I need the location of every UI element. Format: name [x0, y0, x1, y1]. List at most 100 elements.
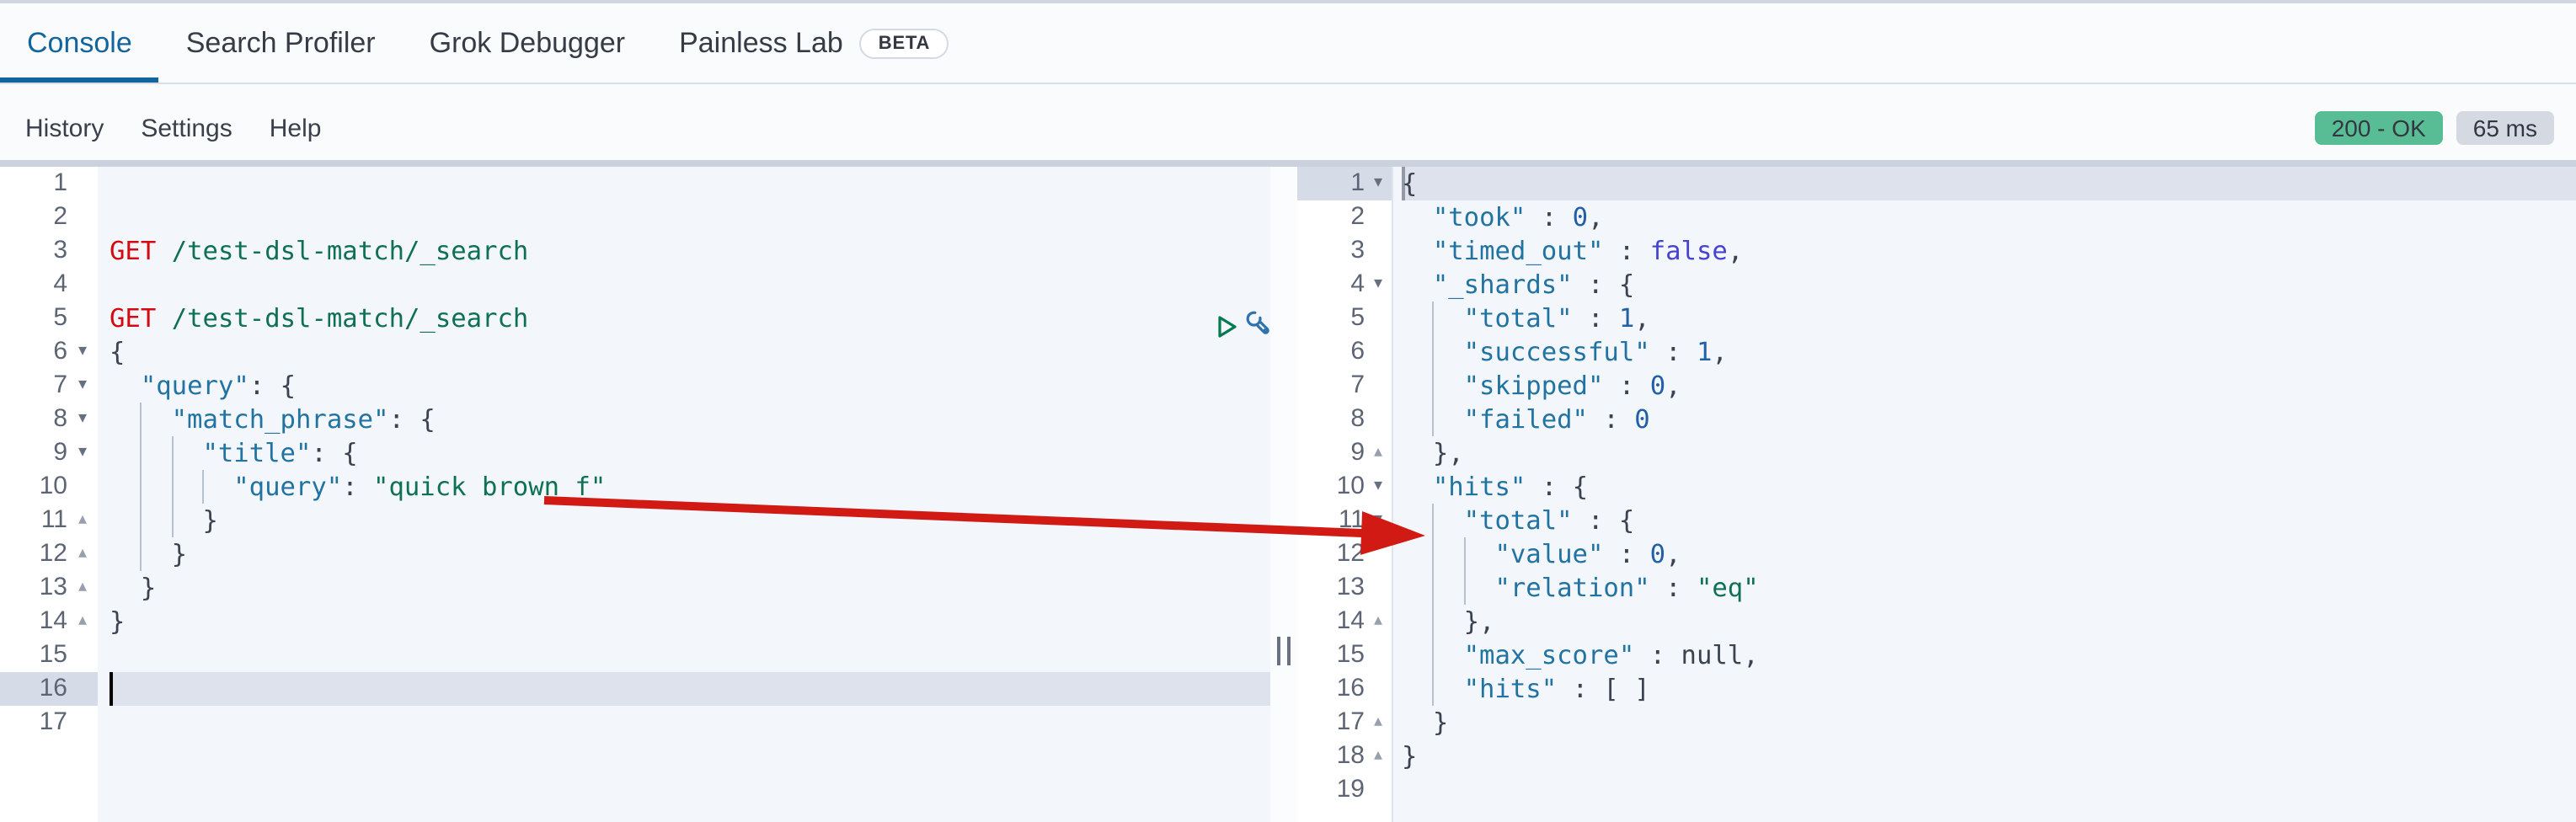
- response-time-badge: 65 ms: [2456, 111, 2554, 145]
- request-code[interactable]: GET /test-dsl-match/_search GET /test-dsl…: [98, 167, 1270, 822]
- line-number: 6: [1297, 335, 1365, 369]
- code-line[interactable]: }: [110, 571, 1270, 605]
- send-request-button[interactable]: [1210, 310, 1243, 344]
- code-line[interactable]: GET /test-dsl-match/_search: [110, 302, 1270, 335]
- code-line[interactable]: GET /test-dsl-match/_search: [110, 234, 1270, 268]
- status-badge: 200 - OK: [2315, 111, 2443, 145]
- fold-toggle-icon[interactable]: ▾: [1365, 470, 1392, 504]
- fold-toggle-icon[interactable]: ▴: [1365, 436, 1392, 470]
- line-number: 10: [0, 470, 67, 504]
- code-line[interactable]: "total" : {: [1402, 504, 2576, 537]
- request-gutter: 123456▾7▾8▾9▾1011▴12▴13▴14▴151617: [0, 167, 98, 822]
- line-number: 4: [0, 268, 67, 302]
- code-line[interactable]: "hits" : [ ]: [1402, 672, 2576, 706]
- line-number: 19: [1297, 773, 1365, 807]
- fold-toggle-icon[interactable]: ▴: [67, 571, 98, 605]
- resizer-handle-icon[interactable]: [1277, 637, 1291, 665]
- response-code[interactable]: { "took" : 0, "timed_out" : false, "_sha…: [1393, 167, 2576, 822]
- fold-toggle-icon[interactable]: ▾: [1365, 268, 1392, 302]
- code-line[interactable]: "relation" : "eq": [1402, 571, 2576, 605]
- tab-search-profiler[interactable]: Search Profiler: [159, 3, 403, 83]
- line-number: 5: [0, 302, 67, 335]
- code-line[interactable]: },: [1402, 605, 2576, 638]
- fold-spacer: [67, 268, 98, 302]
- code-line[interactable]: {: [110, 335, 1270, 369]
- fold-toggle-icon[interactable]: ▴: [67, 537, 98, 571]
- code-line[interactable]: }: [110, 537, 1270, 571]
- code-line[interactable]: }: [110, 605, 1270, 638]
- fold-toggle-icon[interactable]: ▾: [67, 403, 98, 436]
- code-line[interactable]: "timed_out" : false,: [1402, 234, 2576, 268]
- code-line[interactable]: [110, 167, 1270, 200]
- fold-toggle-icon[interactable]: ▴: [67, 504, 98, 537]
- code-line[interactable]: [110, 268, 1270, 302]
- panel-resizer[interactable]: [1270, 167, 1297, 822]
- response-status-badges: 200 - OK 65 ms: [2315, 111, 2554, 145]
- line-number: 4: [1297, 268, 1365, 302]
- code-line[interactable]: }: [1402, 739, 2576, 773]
- code-line[interactable]: },: [1402, 436, 2576, 470]
- wrench-icon: [1243, 308, 1277, 342]
- code-line[interactable]: "skipped" : 0,: [1402, 369, 2576, 403]
- fold-toggle-icon[interactable]: ▾: [1365, 504, 1392, 537]
- code-line[interactable]: "value" : 0,: [1402, 537, 2576, 571]
- fold-toggle-icon[interactable]: ▴: [1365, 605, 1392, 638]
- tab-console[interactable]: Console: [0, 3, 159, 83]
- line-number: 14: [1297, 605, 1365, 638]
- code-line[interactable]: {: [1402, 167, 2576, 200]
- line-number: 16: [0, 672, 67, 706]
- tab-search-profiler-label: Search Profiler: [186, 26, 376, 60]
- code-line[interactable]: "total" : 1,: [1402, 302, 2576, 335]
- line-number: 8: [1297, 403, 1365, 436]
- code-line[interactable]: "match_phrase": {: [110, 403, 1270, 436]
- request-options-button[interactable]: [1243, 308, 1277, 342]
- response-viewer[interactable]: 1▾234▾56789▴10▾11▾121314▴151617▴18▴19 { …: [1297, 167, 2576, 822]
- code-line[interactable]: [1402, 773, 2576, 807]
- fold-toggle-icon[interactable]: ▾: [67, 335, 98, 369]
- fold-toggle-icon[interactable]: ▾: [67, 369, 98, 403]
- fold-toggle-icon[interactable]: ▾: [67, 436, 98, 470]
- fold-spacer: [1365, 638, 1392, 672]
- request-editor[interactable]: 123456▾7▾8▾9▾1011▴12▴13▴14▴151617 GET /t…: [0, 167, 1270, 822]
- menu-item-settings[interactable]: Settings: [141, 114, 232, 142]
- menu-item-help[interactable]: Help: [270, 114, 322, 142]
- code-line[interactable]: [110, 706, 1270, 739]
- fold-spacer: [1365, 403, 1392, 436]
- line-number: 6: [0, 335, 67, 369]
- code-line[interactable]: }: [110, 504, 1270, 537]
- fold-spacer: [1365, 302, 1392, 335]
- code-line[interactable]: [110, 200, 1270, 234]
- line-number: 11: [1297, 504, 1365, 537]
- line-number: 2: [1297, 200, 1365, 234]
- fold-spacer: [1365, 773, 1392, 807]
- code-line[interactable]: "query": {: [110, 369, 1270, 403]
- code-line[interactable]: "took" : 0,: [1402, 200, 2576, 234]
- line-number: 11: [0, 504, 67, 537]
- fold-spacer: [1365, 234, 1392, 268]
- menu-item-history[interactable]: History: [25, 114, 104, 142]
- code-line[interactable]: "hits" : {: [1402, 470, 2576, 504]
- text-cursor: [110, 672, 113, 706]
- code-line[interactable]: "query": "quick brown f": [110, 470, 1270, 504]
- line-number: 9: [0, 436, 67, 470]
- code-line[interactable]: "_shards" : {: [1402, 268, 2576, 302]
- fold-toggle-icon[interactable]: ▾: [1365, 167, 1392, 200]
- tab-bar: Console Search Profiler Grok Debugger Pa…: [0, 0, 2576, 84]
- code-line[interactable]: "failed" : 0: [1402, 403, 2576, 436]
- code-line[interactable]: "successful" : 1,: [1402, 335, 2576, 369]
- code-line[interactable]: [110, 638, 1270, 672]
- fold-toggle-icon[interactable]: ▴: [1365, 739, 1392, 773]
- tab-painless-lab[interactable]: Painless Lab BETA: [652, 3, 975, 83]
- fold-toggle-icon[interactable]: ▴: [67, 605, 98, 638]
- fold-spacer: [1365, 200, 1392, 234]
- line-number: 10: [1297, 470, 1365, 504]
- tab-grok-debugger[interactable]: Grok Debugger: [403, 3, 652, 83]
- code-line[interactable]: "title": {: [110, 436, 1270, 470]
- code-line[interactable]: [110, 672, 1270, 706]
- code-line[interactable]: "max_score" : null,: [1402, 638, 2576, 672]
- line-number: 5: [1297, 302, 1365, 335]
- code-line[interactable]: }: [1402, 706, 2576, 739]
- fold-toggle-icon[interactable]: ▴: [1365, 706, 1392, 739]
- fold-spacer: [67, 167, 98, 200]
- tab-painless-lab-label: Painless Lab: [679, 26, 843, 60]
